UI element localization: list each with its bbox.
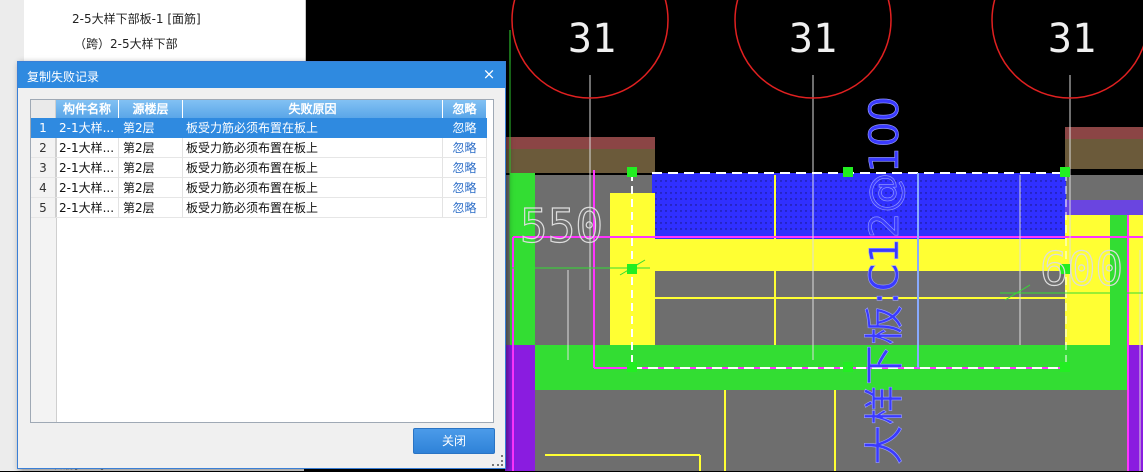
cad-purple-block-left: [505, 345, 535, 471]
cad-rebar-label: 大样下板:C12@100: [862, 96, 908, 465]
cad-brown-cap-right: [1065, 127, 1143, 139]
close-button[interactable]: 关闭: [413, 428, 495, 454]
row-number: 2: [31, 138, 56, 158]
row-number: 4: [31, 178, 56, 198]
table-row[interactable]: 1 2-1大样... 第2层 板受力筋必须布置在板上 忽略: [31, 118, 487, 138]
cad-grid-label-2: 31: [789, 16, 837, 62]
ignore-link[interactable]: 忽略: [443, 118, 487, 138]
cell-source-floor: 第2层: [119, 158, 183, 178]
cell-failure-reason: 板受力筋必须布置在板上: [183, 118, 443, 138]
cad-purple-block-right: [1128, 345, 1143, 471]
cell-failure-reason: 板受力筋必须布置在板上: [183, 178, 443, 198]
cad-dimension-left: 550: [520, 199, 603, 253]
tree-item-span-rebar[interactable]: （跨）2-5大样下部: [74, 35, 178, 52]
column-header-name: 构件名称: [56, 100, 119, 118]
ignore-link[interactable]: 忽略: [443, 198, 487, 218]
header-corner: [31, 100, 56, 118]
cell-component-name: 2-1大样...: [56, 178, 119, 198]
cell-component-name: 2-1大样...: [56, 138, 119, 158]
table-row[interactable]: 2 2-1大样... 第2层 板受力筋必须布置在板上 忽略: [31, 138, 487, 158]
resize-grip-icon[interactable]: [492, 455, 503, 466]
ignore-link[interactable]: 忽略: [443, 178, 487, 198]
table-row[interactable]: 3 2-1大样... 第2层 板受力筋必须布置在板上 忽略: [31, 158, 487, 178]
cell-source-floor: 第2层: [119, 198, 183, 218]
column-header-floor: 源楼层: [119, 100, 183, 118]
cell-component-name: 2-1大样...: [56, 198, 119, 218]
cad-purple-band-right: [1065, 200, 1143, 215]
cell-failure-reason: 板受力筋必须布置在板上: [183, 138, 443, 158]
cell-source-floor: 第2层: [119, 138, 183, 158]
cell-component-name: 2-1大样...: [56, 158, 119, 178]
cad-yellow-edge-right: [1128, 215, 1143, 345]
cell-failure-reason: 板受力筋必须布置在板上: [183, 198, 443, 218]
cell-failure-reason: 板受力筋必须布置在板上: [183, 158, 443, 178]
cell-source-floor: 第2层: [119, 178, 183, 198]
ignore-link[interactable]: 忽略: [443, 158, 487, 178]
failure-record-table: 构件名称 源楼层 失败原因 忽略 1 2-1大样... 第2层 板受力筋必须布置…: [30, 99, 494, 423]
close-icon[interactable]: ×: [481, 65, 497, 83]
cad-brown-cap-left: [505, 137, 655, 149]
row-number: 3: [31, 158, 56, 178]
cad-dimension-right: 600: [1040, 242, 1123, 296]
component-tree-panel: 2-5大样下部板-1 [面筋] （跨）2-5大样下部: [24, 0, 306, 62]
cad-grid-label-1: 31: [568, 16, 616, 62]
row-number: 1: [31, 118, 56, 138]
ignore-link[interactable]: 忽略: [443, 138, 487, 158]
row-number: 5: [31, 198, 56, 218]
dialog-title-bar[interactable]: 复制失败记录 ×: [18, 62, 505, 88]
cad-grid-label-3: 31: [1048, 16, 1096, 62]
cad-olive-cap-right: [1065, 139, 1143, 169]
cad-slab-hatch: [652, 180, 1066, 232]
tree-item-slab-top-rebar[interactable]: 2-5大样下部板-1 [面筋]: [72, 10, 201, 27]
column-header-reason: 失败原因: [183, 100, 443, 118]
dialog-title: 复制失败记录: [27, 70, 100, 84]
table-row[interactable]: 4 2-1大样... 第2层 板受力筋必须布置在板上 忽略: [31, 178, 487, 198]
cell-component-name: 2-1大样...: [56, 118, 119, 138]
copy-failure-dialog: 复制失败记录 × 构件名称 源楼层 失败原因 忽略 1 2-1大样... 第2层…: [17, 61, 506, 469]
cad-yellow-beam: [652, 239, 1066, 271]
cell-source-floor: 第2层: [119, 118, 183, 138]
column-header-ignore: 忽略: [443, 100, 487, 118]
table-row[interactable]: 5 2-1大样... 第2层 板受力筋必须布置在板上 忽略: [31, 198, 487, 218]
